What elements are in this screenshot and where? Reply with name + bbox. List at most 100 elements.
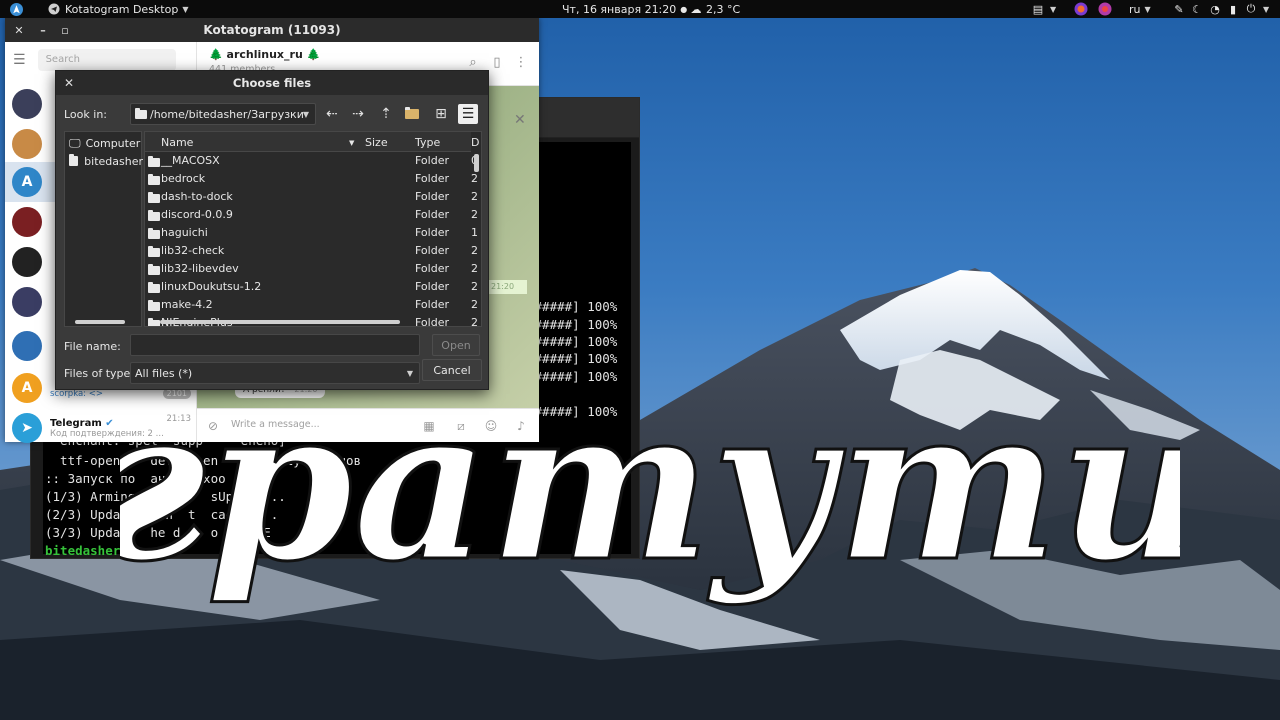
file-row[interactable]: discord-0.0.9 Folder 2: [145, 206, 478, 224]
message-time: 21:20: [487, 280, 527, 294]
kotatogram-titlebar[interactable]: ✕ – ▫ Kotatogram (11093): [5, 18, 539, 42]
app-menu[interactable]: Kotatogram Desktop ▼: [46, 0, 188, 18]
place-home[interactable]: bitedasher: [69, 152, 143, 170]
keyboard-layout[interactable]: ru ▼: [1129, 0, 1151, 18]
folder-icon: [148, 318, 160, 326]
cancel-button[interactable]: Cancel: [422, 359, 482, 381]
chat-title: 🌲 archlinux_ru 🌲: [209, 48, 321, 61]
folder-icon: [148, 264, 160, 275]
network-indicator[interactable]: ◔: [1207, 0, 1223, 18]
file-row[interactable]: __MACOSXFolder0: [145, 152, 478, 170]
power-indicator[interactable]: ⏻ ▼: [1243, 0, 1270, 18]
column-date[interactable]: D: [471, 136, 479, 149]
file-name: linuxDoukutsu-1.2: [161, 280, 262, 293]
file-row[interactable]: lib32-check Folder 2: [145, 242, 478, 260]
vertical-scrollbar[interactable]: [474, 152, 479, 322]
scrollbar-thumb[interactable]: [474, 154, 479, 172]
dialog-titlebar[interactable]: ✕ Choose files: [56, 71, 488, 95]
clock[interactable]: Чт, 16 января 21:20 ●: [562, 0, 687, 18]
chat-preview: Код подтверждения: 2 ...: [50, 428, 164, 439]
file-row[interactable]: lib32-libevdev Folder 2: [145, 260, 478, 278]
verified-icon: ✔: [105, 417, 114, 429]
open-button[interactable]: Open: [432, 334, 480, 356]
file-type: Folder: [415, 208, 449, 221]
file-name: lib32-check: [161, 244, 225, 257]
microphone-icon[interactable]: ♪: [513, 418, 529, 434]
telegram-tray-icon: [1097, 1, 1113, 17]
arch-logo-icon: [8, 1, 24, 17]
forward-icon[interactable]: ⇢: [348, 104, 368, 124]
minimize-icon[interactable]: –: [35, 22, 51, 38]
file-name-input[interactable]: [130, 334, 420, 356]
close-icon[interactable]: ✕: [11, 22, 27, 38]
back-icon[interactable]: ⇠: [322, 104, 342, 124]
menu-icon[interactable]: ☰: [13, 52, 26, 68]
sort-desc-icon: ▼: [349, 139, 355, 147]
progress-line: ######] 100%: [527, 334, 618, 349]
file-row[interactable]: linuxDoukutsu-1.2 Folder 2: [145, 278, 478, 296]
file-type: Folder: [415, 244, 449, 257]
close-icon[interactable]: ✕: [62, 75, 76, 91]
file-type: Folder: [415, 226, 449, 239]
window-title: Kotatogram (11093): [203, 23, 341, 37]
message-input[interactable]: Write a message...: [231, 419, 320, 430]
folder-icon: [135, 107, 147, 119]
folder-icon: [148, 246, 160, 257]
column-name[interactable]: Name: [161, 136, 193, 149]
schedule-icon[interactable]: ▦: [421, 418, 437, 434]
maximize-icon[interactable]: ▫: [57, 22, 73, 38]
file-row[interactable]: dash-to-dock Folder 2: [145, 188, 478, 206]
clipboard-indicator[interactable]: ▤ ▼: [1030, 0, 1056, 18]
file-row[interactable]: bedrock Folder 2: [145, 170, 478, 188]
file-row[interactable]: make-4.2 Folder 2: [145, 296, 478, 314]
folder-icon: [148, 282, 160, 293]
choose-files-dialog[interactable]: ✕ Choose files Look in: /home/bitedasher…: [55, 70, 489, 390]
battery-indicator[interactable]: ▮: [1225, 0, 1241, 18]
file-row[interactable]: haguichi Folder 1: [145, 224, 478, 242]
moon-icon: ☾: [1192, 2, 1202, 16]
files-of-type-dropdown[interactable]: All files (*) ▼: [130, 362, 420, 384]
search-icon[interactable]: ⌕: [465, 54, 481, 70]
column-type[interactable]: Type: [415, 136, 440, 149]
screenshot-indicator[interactable]: ✎: [1171, 0, 1187, 18]
emoji-icon[interactable]: ☺: [483, 418, 499, 434]
night-light-indicator[interactable]: ☾: [1189, 0, 1205, 18]
tray-app-2[interactable]: [1097, 0, 1113, 18]
close-pinned-icon[interactable]: ✕: [514, 112, 526, 128]
folder-icon: [148, 174, 160, 185]
firefox-icon: [1073, 1, 1089, 17]
tray-app-1[interactable]: [1073, 0, 1089, 18]
attach-icon[interactable]: ⊘: [205, 418, 221, 434]
progress-line: ######] 100%: [527, 404, 618, 419]
folder-icon: [148, 210, 160, 221]
sidebar-toggle-icon[interactable]: ▯: [489, 54, 505, 70]
avatar: [12, 247, 42, 277]
new-folder-icon[interactable]: [403, 104, 423, 124]
sidebar-scrollbar[interactable]: [75, 320, 125, 324]
keyboard-layout-label: ru: [1129, 2, 1141, 16]
battery-icon: ▮: [1229, 2, 1237, 16]
message-composer[interactable]: ⊘ Write a message... ▦ ⧄ ☺ ♪: [197, 408, 539, 442]
search-input[interactable]: Search: [37, 49, 176, 71]
detail-view-icon[interactable]: ☰: [458, 104, 478, 124]
chevron-down-icon: ▼: [182, 4, 189, 14]
file-list[interactable]: Name ▼ Size Type D __MACOSXFolder0bedroc…: [144, 131, 482, 327]
column-size[interactable]: Size: [365, 136, 388, 149]
avatar: [12, 89, 42, 119]
look-in-dropdown[interactable]: /home/bitedasher/Загрузки ▼: [130, 103, 316, 125]
file-type: Folder: [415, 262, 449, 275]
more-icon[interactable]: ⋮: [513, 54, 529, 70]
file-name: discord-0.0.9: [161, 208, 233, 221]
terminal-line: (3/3) Updat he d o f ME cac: [45, 525, 324, 540]
icon-view-icon[interactable]: ⊞: [431, 104, 451, 124]
chat-time: 21:13: [166, 414, 192, 424]
file-type: Folder: [415, 316, 449, 327]
files-of-type-label: Files of type:: [64, 367, 135, 380]
parent-directory-icon[interactable]: ⇡: [376, 104, 396, 124]
chat-item-telegram[interactable]: ➤ Telegram ✔ Код подтверждения: 2 ... 21…: [5, 408, 197, 448]
activities-button[interactable]: [8, 0, 24, 18]
weather-indicator[interactable]: ☁ 2,3 °C: [688, 0, 741, 18]
horizontal-scrollbar[interactable]: [160, 320, 400, 324]
commands-icon[interactable]: ⧄: [453, 418, 469, 434]
place-computer[interactable]: 🖵 Computer: [69, 134, 143, 152]
